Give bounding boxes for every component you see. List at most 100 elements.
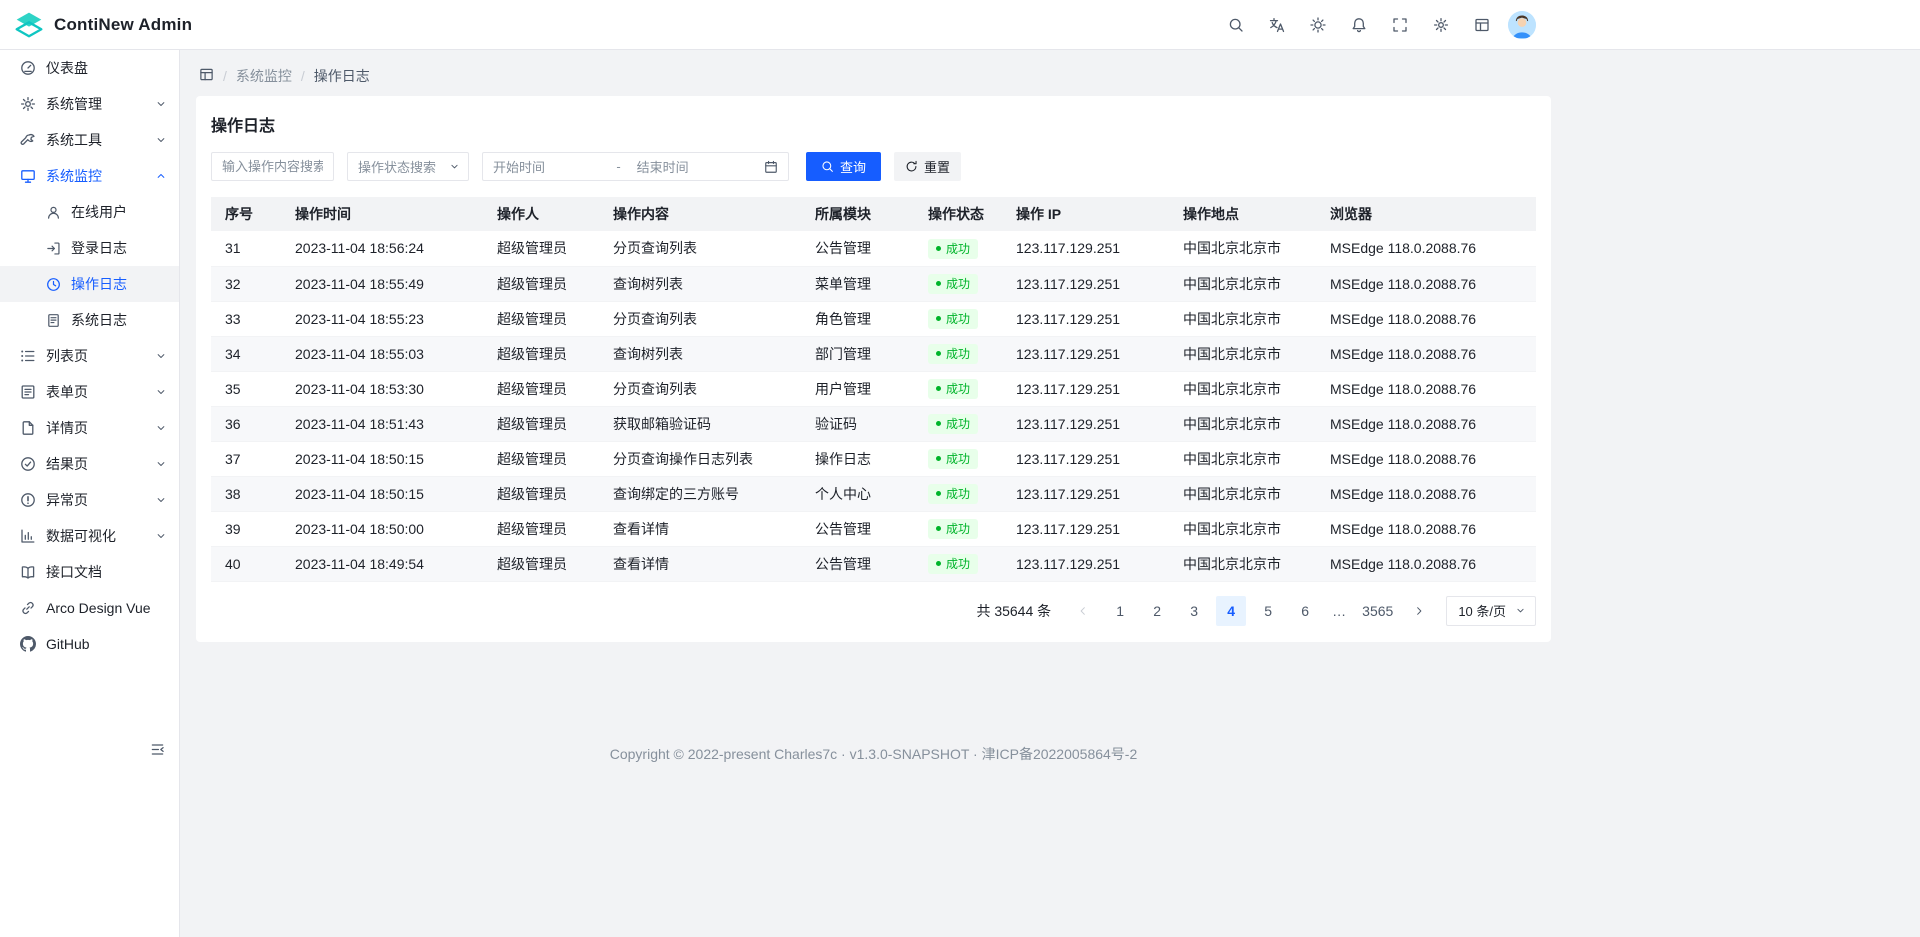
page-button-6[interactable]: 6: [1290, 596, 1320, 626]
cell-module: 验证码: [801, 406, 914, 441]
app-title: ContiNew Admin: [54, 15, 192, 35]
collapse-sidebar-button[interactable]: [144, 736, 170, 762]
logo[interactable]: ContiNew Admin: [14, 0, 192, 50]
search-button[interactable]: [1221, 10, 1251, 40]
sidebar-item-dashboard[interactable]: 仪表盘: [0, 50, 179, 86]
status-badge: 成功: [928, 519, 978, 539]
sidebar-item-detail-pages[interactable]: 详情页: [0, 410, 179, 446]
table-row: 402023-11-04 18:49:54超级管理员查看详情公告管理成功123.…: [211, 546, 1536, 581]
chevron-down-icon: [155, 386, 167, 398]
status-dot-icon: [936, 491, 941, 496]
cell-content: 获取邮箱验证码: [599, 406, 801, 441]
operation-log-table: 序号操作时间操作人操作内容所属模块操作状态操作 IP操作地点浏览器 312023…: [211, 197, 1536, 582]
date-range-picker[interactable]: 开始时间 - 结束时间: [482, 152, 789, 181]
cell-status: 成功: [914, 511, 1002, 546]
sidebar-item-system-tools[interactable]: 系统工具: [0, 122, 179, 158]
sidebar-item-arco-design-vue[interactable]: Arco Design Vue: [0, 590, 179, 626]
search-icon: [821, 160, 834, 173]
sidebar-item-login-log[interactable]: 登录日志: [0, 230, 179, 266]
user-avatar[interactable]: [1508, 11, 1536, 39]
sidebar-item-label: 列表页: [46, 346, 88, 366]
sidebar-item-operation-log[interactable]: 操作日志: [0, 266, 179, 302]
fullscreen-button[interactable]: [1385, 10, 1415, 40]
translate-button[interactable]: [1262, 10, 1292, 40]
cell-operator: 超级管理员: [483, 476, 599, 511]
page-button-5[interactable]: 5: [1253, 596, 1283, 626]
reset-button[interactable]: 重置: [894, 152, 961, 181]
sidebar-item-online-users[interactable]: 在线用户: [0, 194, 179, 230]
sidebar-item-form-pages[interactable]: 表单页: [0, 374, 179, 410]
breadcrumb-item[interactable]: 系统监控: [236, 66, 292, 86]
sidebar-item-data-visualization[interactable]: 数据可视化: [0, 518, 179, 554]
filter-bar: 操作状态搜索 开始时间 - 结束时间 查询: [211, 152, 1536, 181]
page-size-select[interactable]: 10 条/页: [1446, 596, 1536, 626]
page-button-2[interactable]: 2: [1142, 596, 1172, 626]
cell-id: 33: [211, 301, 281, 336]
sidebar-item-github[interactable]: GitHub: [0, 626, 179, 662]
cell-ip: 123.117.129.251: [1002, 301, 1169, 336]
sidebar-item-result-pages[interactable]: 结果页: [0, 446, 179, 482]
sidebar-item-list-pages[interactable]: 列表页: [0, 338, 179, 374]
page-button-1[interactable]: 1: [1105, 596, 1135, 626]
status-badge: 成功: [928, 274, 978, 294]
next-page-button[interactable]: [1404, 596, 1434, 626]
cell-operator: 超级管理员: [483, 371, 599, 406]
content-search-input[interactable]: [211, 152, 334, 181]
cell-browser: MSEdge 118.0.2088.76: [1316, 546, 1536, 581]
table-row: 312023-11-04 18:56:24超级管理员分页查询列表公告管理成功12…: [211, 231, 1536, 266]
cell-module: 公告管理: [801, 511, 914, 546]
page-button-3565[interactable]: 3565: [1358, 596, 1397, 626]
cell-location: 中国北京北京市: [1169, 406, 1316, 441]
cell-time: 2023-11-04 18:51:43: [281, 406, 483, 441]
column-header: 操作时间: [281, 197, 483, 231]
cell-browser: MSEdge 118.0.2088.76: [1316, 336, 1536, 371]
cell-time: 2023-11-04 18:50:00: [281, 511, 483, 546]
cell-module: 菜单管理: [801, 266, 914, 301]
cell-module: 公告管理: [801, 546, 914, 581]
cell-browser: MSEdge 118.0.2088.76: [1316, 301, 1536, 336]
status-label: 成功: [946, 486, 970, 502]
apps-icon-wrapper[interactable]: [199, 67, 214, 85]
cell-content: 分页查询操作日志列表: [599, 441, 801, 476]
cell-ip: 123.117.129.251: [1002, 406, 1169, 441]
sidebar-item-system-monitor[interactable]: 系统监控: [0, 158, 179, 194]
status-select[interactable]: 操作状态搜索: [347, 152, 469, 181]
notification-button[interactable]: [1344, 10, 1374, 40]
sidebar-item-api-docs[interactable]: 接口文档: [0, 554, 179, 590]
prev-page-button[interactable]: [1068, 596, 1098, 626]
breadcrumb-item[interactable]: 操作日志: [314, 66, 370, 86]
breadcrumb-separator: /: [223, 68, 227, 84]
layout-button[interactable]: [1467, 10, 1497, 40]
cell-location: 中国北京北京市: [1169, 266, 1316, 301]
sidebar-item-system-log[interactable]: 系统日志: [0, 302, 179, 338]
status-dot-icon: [936, 281, 941, 286]
cell-browser: MSEdge 118.0.2088.76: [1316, 231, 1536, 266]
theme-button[interactable]: [1303, 10, 1333, 40]
search-icon: [1228, 17, 1244, 33]
sidebar-item-system-management[interactable]: 系统管理: [0, 86, 179, 122]
cell-browser: MSEdge 118.0.2088.76: [1316, 441, 1536, 476]
cell-location: 中国北京北京市: [1169, 231, 1316, 266]
settings-button[interactable]: [1426, 10, 1456, 40]
column-header: 操作地点: [1169, 197, 1316, 231]
monitor-icon: [20, 168, 36, 184]
sidebar-item-label: 异常页: [46, 490, 88, 510]
page-button-4[interactable]: 4: [1216, 596, 1246, 626]
cell-operator: 超级管理员: [483, 441, 599, 476]
status-label: 成功: [946, 381, 970, 397]
cell-status: 成功: [914, 476, 1002, 511]
cell-id: 35: [211, 371, 281, 406]
breadcrumb-separator: /: [301, 68, 305, 84]
chevron-down-icon: [155, 98, 167, 110]
status-badge: 成功: [928, 554, 978, 574]
sidebar-item-exception-pages[interactable]: 异常页: [0, 482, 179, 518]
cell-status: 成功: [914, 371, 1002, 406]
cell-status: 成功: [914, 406, 1002, 441]
cell-status: 成功: [914, 301, 1002, 336]
cell-time: 2023-11-04 18:55:03: [281, 336, 483, 371]
cell-browser: MSEdge 118.0.2088.76: [1316, 511, 1536, 546]
reset-button-label: 重置: [924, 157, 950, 176]
page-button-3[interactable]: 3: [1179, 596, 1209, 626]
result-icon: [20, 456, 36, 472]
query-button[interactable]: 查询: [806, 152, 881, 181]
